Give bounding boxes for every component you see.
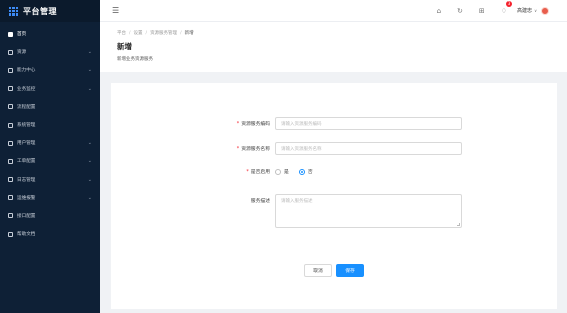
sidebar-item[interactable]: 首页 [0, 25, 100, 43]
menu-item-icon [8, 31, 13, 37]
breadcrumb-separator: / [180, 31, 182, 36]
sidebar-item-label: 流程配置 [17, 104, 36, 110]
apps-icon[interactable]: ⊞ [479, 7, 485, 15]
bell-glyph: ♢ [500, 6, 508, 15]
breadcrumb: 平台 / 设置 / 资源服务管理 / 新增 [117, 30, 550, 36]
menu-item-icon [8, 67, 13, 73]
description-placeholder: 请输入服务描述 [281, 199, 313, 204]
service-code-label: * 资源服务编码 [236, 122, 270, 127]
description-textarea[interactable]: 请输入服务描述 [275, 194, 462, 228]
brand: 平台管理 [0, 0, 100, 22]
sidebar-item-label: 日志管理 [17, 177, 36, 183]
description-label: 服务描述 [250, 199, 270, 204]
sidebar-item[interactable]: 资源 ⌄ [0, 43, 100, 61]
form-row-service-name: * 资源服务名称 请输入资源服务名称 [111, 142, 557, 155]
sidebar-item[interactable]: 运维报警 ⌄ [0, 189, 100, 207]
menu-item-icon [8, 140, 13, 146]
service-name-label: * 资源服务名称 [236, 147, 270, 152]
home-icon[interactable]: ⌂ [437, 7, 441, 15]
notification-bell-icon[interactable]: ♢ 3 [500, 0, 513, 15]
chevron-down-icon: ⌄ [87, 158, 92, 165]
form-row-service-code: * 资源服务编码 请输入资源服务编码 [111, 117, 557, 130]
page-title: 新增 [117, 42, 132, 51]
sidebar-item-label: 用户管理 [17, 141, 36, 147]
sidebar-item[interactable]: 用户管理 ⌄ [0, 134, 100, 152]
menu-item-icon [8, 195, 13, 201]
sidebar-item-label: 工单配置 [17, 159, 36, 165]
menu-item-icon [8, 86, 13, 92]
sidebar-item-label: 资源 [17, 50, 27, 56]
chevron-down-icon[interactable]: ∨ [534, 8, 537, 13]
app-grid-icon[interactable] [9, 6, 18, 16]
top-header: ☰ ⌂ ↻ ⊞ ♢ 3 高建忠 ∨ [100, 0, 567, 22]
sidebar: 平台管理 首页 资源 ⌄ 能力中心 ⌄ 业务监控 ⌄ 流程配置 系统管理 用户管理 ⌄ 工单配置 ⌄ 日志… [0, 0, 100, 313]
sidebar-item[interactable]: 日志管理 ⌄ [0, 171, 100, 189]
refresh-icon[interactable]: ↻ [457, 7, 463, 15]
sidebar-item[interactable]: 工单配置 ⌄ [0, 152, 100, 170]
brand-title: 平台管理 [23, 6, 57, 16]
chevron-down-icon: ⌄ [87, 140, 92, 147]
avatar[interactable] [541, 6, 549, 15]
is-enabled-radio-group: 是 否 [275, 168, 323, 175]
sidebar-item[interactable]: 系统管理 [0, 116, 100, 134]
sidebar-item-label: 运维报警 [17, 195, 36, 201]
sidebar-item-label: 接口配置 [17, 213, 36, 219]
menu-item-icon [8, 231, 13, 237]
required-mark: * [236, 122, 240, 127]
notification-badge: 3 [506, 0, 513, 7]
sidebar-item-label: 系统管理 [17, 123, 36, 129]
chevron-down-icon: ⌄ [87, 49, 92, 56]
breadcrumb-item-current: 新增 [184, 31, 194, 36]
form-card: * 资源服务编码 请输入资源服务编码 * 资源服务名称 请输入资源服务名称 * 是否启… [111, 83, 557, 309]
sidebar-item-label: 帮助文档 [17, 232, 36, 238]
sidebar-item[interactable]: 流程配置 [0, 98, 100, 116]
breadcrumb-separator: / [129, 31, 131, 36]
sidebar-item-label: 业务监控 [17, 86, 36, 92]
page-description: 新增业务资源服务 [117, 57, 153, 62]
service-name-input[interactable]: 请输入资源服务名称 [275, 142, 462, 155]
menu-item-icon [8, 177, 13, 183]
resize-handle-icon[interactable] [457, 223, 460, 226]
menu-item-icon [8, 158, 13, 164]
sidebar-item-label: 首页 [17, 32, 27, 38]
sidebar-item[interactable]: 能力中心 ⌄ [0, 61, 100, 79]
breadcrumb-item-service-management[interactable]: 资源服务管理 [150, 31, 177, 36]
breadcrumb-separator: / [145, 31, 148, 36]
radio-option-yes[interactable]: 是 [275, 168, 289, 175]
required-mark: * [246, 170, 249, 175]
chevron-down-icon: ⌄ [87, 176, 92, 183]
radio-no[interactable] [298, 168, 305, 175]
sidebar-item-label: 能力中心 [17, 68, 36, 74]
sidebar-item[interactable]: 帮助文档 [0, 225, 100, 243]
chevron-down-icon: ⌄ [87, 67, 92, 74]
header-actions: ⌂ ↻ ⊞ ♢ 3 高建忠 ∨ [421, 0, 567, 15]
menu-item-icon [8, 49, 13, 55]
chevron-down-icon: ⌄ [87, 194, 92, 201]
required-mark: * [236, 147, 240, 152]
breadcrumb-item-platform[interactable]: 平台 [117, 31, 126, 36]
sidebar-menu: 首页 资源 ⌄ 能力中心 ⌄ 业务监控 ⌄ 流程配置 系统管理 用户管理 ⌄ 工单配置 ⌄ 日志管理 ⌄ 运维… [0, 22, 100, 243]
radio-option-no[interactable]: 否 [298, 168, 313, 175]
menu-toggle-icon[interactable]: ☰ [112, 6, 119, 15]
username[interactable]: 高建忠 [517, 7, 532, 14]
sidebar-item[interactable]: 接口配置 [0, 207, 100, 225]
save-button[interactable]: 保存 [336, 264, 364, 277]
menu-item-icon [8, 213, 13, 219]
menu-item-icon [8, 104, 13, 110]
chevron-down-icon: ⌄ [87, 85, 92, 92]
sidebar-item[interactable]: 业务监控 ⌄ [0, 80, 100, 98]
form-row-description: 服务描述 请输入服务描述 [111, 194, 557, 228]
radio-yes[interactable] [275, 168, 281, 175]
cancel-button[interactable]: 取消 [304, 264, 332, 277]
page-header: 平台 / 设置 / 资源服务管理 / 新增 新增 新增业务资源服务 [100, 22, 567, 72]
form-actions: 取消 保存 [304, 264, 364, 277]
menu-item-icon [8, 122, 13, 128]
breadcrumb-item-settings[interactable]: 设置 [134, 31, 143, 36]
service-code-input[interactable]: 请输入资源服务编码 [275, 117, 462, 130]
is-enabled-label: * 是否启用 [246, 170, 270, 175]
form-row-is-enabled: * 是否启用 是 否 [111, 168, 557, 175]
